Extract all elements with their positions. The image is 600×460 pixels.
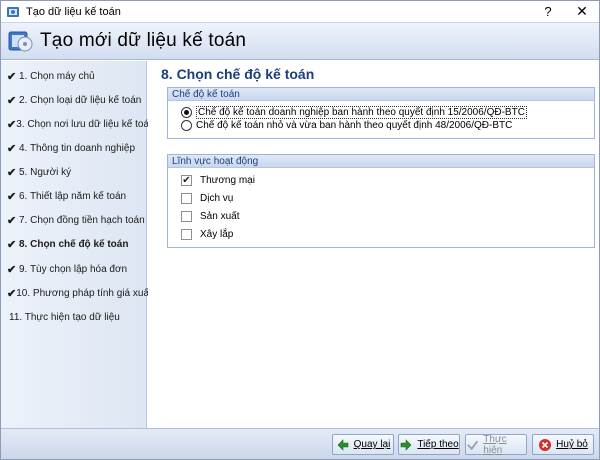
checkmark-icon: ✔ — [7, 94, 17, 107]
field-option-label: Thương mại — [200, 175, 255, 186]
main-panel: 8. Chọn chế độ kế toán Chế độ kế toán Ch… — [148, 61, 599, 428]
title-bar: Tạo dữ liệu kế toán ? ✕ — [1, 1, 599, 22]
regime-radio[interactable] — [181, 120, 192, 131]
step-label: 5. Người ký — [19, 166, 72, 178]
checkmark-icon: ✔ — [7, 287, 17, 300]
field-option-label: Sản xuất — [200, 211, 240, 222]
field-option-service[interactable]: Dịch vụ — [181, 193, 233, 204]
finish-button[interactable]: Thực hiện — [465, 433, 527, 456]
step-item[interactable]: 11. Thực hiện tạo dữ liệu — [7, 309, 145, 325]
field-option-construction[interactable]: Xây lắp — [181, 229, 233, 240]
wizard-window: Tạo dữ liệu kế toán ? ✕ Tạo mới dữ liệu … — [0, 0, 600, 460]
step-label: 11. Thực hiện tạo dữ liệu — [9, 311, 120, 323]
step-item[interactable]: ✔ 6. Thiết lập năm kế toán — [7, 188, 145, 204]
step-item[interactable]: ✔ 2. Chọn loại dữ liệu kế toán — [7, 92, 145, 108]
regime-option-qd15[interactable]: Chế độ kế toán doanh nghiệp ban hành the… — [181, 106, 527, 119]
regime-option-label: Chế độ kế toán nhỏ và vừa ban hành theo … — [196, 120, 513, 131]
checkmark-icon: ✔ — [7, 214, 17, 227]
step-label: 1. Chọn máy chủ — [19, 70, 95, 82]
cancel-button-label: Huỷ bỏ — [556, 439, 588, 450]
step-item[interactable]: ✔ 1. Chọn máy chủ — [7, 68, 145, 84]
finish-button-label: Thực hiện — [483, 433, 507, 456]
field-option-production[interactable]: Sản xuất — [181, 211, 239, 222]
database-disc-icon — [8, 31, 33, 52]
close-button[interactable]: ✕ — [565, 1, 599, 22]
regime-option-qd48[interactable]: Chế độ kế toán nhỏ và vừa ban hành theo … — [181, 120, 512, 131]
accounting-regime-group: Chế độ kế toán Chế độ kế toán doanh nghi… — [167, 87, 595, 139]
wizard-header: Tạo mới dữ liệu kế toán — [1, 22, 599, 60]
arrow-left-icon — [337, 438, 348, 451]
step-label: 3. Chọn nơi lưu dữ liệu kế toán — [16, 118, 155, 130]
checkmark-icon: ✔ — [7, 142, 17, 155]
field-checkbox[interactable]: ✔ — [181, 175, 192, 186]
field-option-trade[interactable]: ✔ Thương mại — [181, 175, 255, 186]
checkmark-icon: ✔ — [7, 263, 17, 276]
checkmark-icon: ✔ — [7, 166, 17, 179]
arrow-right-icon — [401, 438, 412, 451]
business-field-group-title: Lĩnh vực hoạt động — [168, 155, 594, 168]
checkmark-icon: ✔ — [7, 238, 17, 251]
back-button-label: Quay lại — [353, 439, 391, 450]
step-item[interactable]: ✔ 5. Người ký — [7, 164, 145, 180]
field-option-label: Dịch vụ — [200, 193, 234, 204]
step-label: 6. Thiết lập năm kế toán — [19, 190, 127, 202]
field-option-label: Xây lắp — [200, 229, 234, 240]
app-icon — [7, 6, 19, 17]
checkmark-icon: ✔ — [7, 190, 17, 203]
step-label: 7. Chọn đồng tiền hạch toán — [19, 214, 145, 226]
step-label: 9. Tùy chọn lập hóa đơn — [19, 263, 128, 275]
checkmark-icon: ✔ — [7, 70, 17, 83]
step-item[interactable]: ✔ 3. Chọn nơi lưu dữ liệu kế toán — [7, 116, 155, 132]
check-icon — [467, 440, 479, 450]
step-item[interactable]: ✔ 8. Chọn chế độ kế toán — [7, 236, 145, 252]
window-title: Tạo dữ liệu kế toán — [26, 5, 121, 18]
steps-sidebar: ✔ 1. Chọn máy chủ ✔ 2. Chọn loại dữ liệu kế… — [1, 61, 155, 428]
help-button[interactable]: ? — [531, 1, 565, 22]
accounting-regime-group-title: Chế độ kế toán — [168, 88, 594, 101]
back-button[interactable]: Quay lại — [332, 434, 394, 455]
step-item[interactable]: ✔ 9. Tùy chọn lập hóa đơn — [7, 261, 145, 277]
step-label: 4. Thông tin doanh nghiệp — [19, 142, 136, 154]
header-title: Tạo mới dữ liệu kế toán — [40, 30, 247, 51]
regime-radio[interactable] — [181, 107, 192, 118]
next-button[interactable]: Tiếp theo — [398, 434, 460, 455]
wizard-button-bar: Quay lại Tiếp theo Thực hiện Huỷ bỏ — [1, 428, 599, 459]
cancel-icon — [539, 438, 552, 451]
step-label: 8. Chọn chế độ kế toán — [19, 238, 129, 250]
field-checkbox[interactable] — [181, 211, 192, 222]
business-field-group: Lĩnh vực hoạt động ✔ Thương mại Dịch vụ … — [167, 154, 595, 248]
cancel-button[interactable]: Huỷ bỏ — [532, 434, 594, 455]
next-button-label: Tiếp theo — [417, 439, 459, 450]
step-label: 10. Phương pháp tính giá xuất — [16, 287, 152, 299]
step-title: 8. Chọn chế độ kế toán — [161, 66, 315, 82]
field-checkbox[interactable] — [181, 193, 192, 204]
checkmark-icon: ✔ — [7, 118, 17, 131]
field-checkbox[interactable] — [181, 229, 192, 240]
step-item[interactable]: ✔ 10. Phương pháp tính giá xuất — [7, 285, 152, 301]
step-label: 2. Chọn loại dữ liệu kế toán — [19, 94, 142, 106]
step-item[interactable]: ✔ 7. Chọn đồng tiền hạch toán — [7, 212, 145, 228]
regime-option-label: Chế độ kế toán doanh nghiệp ban hành the… — [196, 106, 527, 119]
step-item[interactable]: ✔ 4. Thông tin doanh nghiệp — [7, 140, 145, 156]
